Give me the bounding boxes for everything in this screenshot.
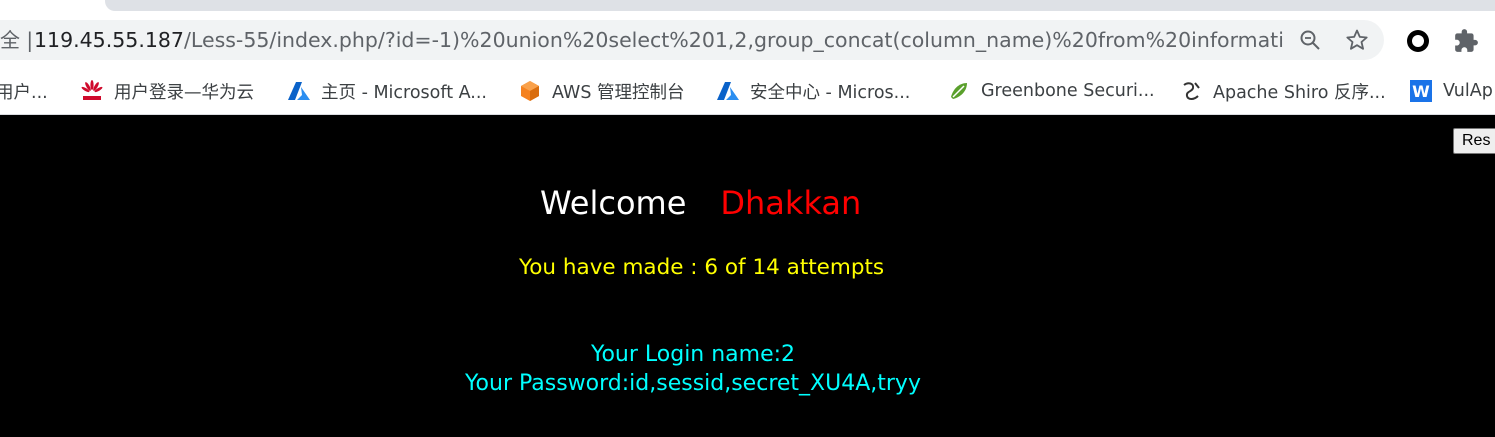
bookmarks-bar: 用户... 用户登录—华为云 主页 - Microsoft A... AWS 管…: [0, 68, 1495, 115]
huawei-icon: [80, 79, 104, 103]
browser-toolbar: 全 | 119.45.55.187/Less-55/index.php/?id=…: [0, 12, 1495, 68]
bookmark-label: Greenbone Securi...: [981, 81, 1155, 101]
w-icon: W: [1409, 79, 1433, 103]
tab-strip-background: [105, 0, 1495, 11]
bookmark-item[interactable]: W VulAp: [1409, 68, 1493, 114]
welcome-heading: Welcome Dhakkan: [540, 183, 861, 223]
tab-strip: [0, 0, 1495, 12]
bookmark-item[interactable]: AWS 管理控制台: [518, 68, 685, 114]
bookmark-label: 用户登录—华为云: [114, 82, 254, 103]
shiro-icon: [1179, 79, 1203, 103]
bookmark-label: 用户...: [0, 82, 48, 103]
bookmark-item[interactable]: Greenbone Securi...: [947, 68, 1155, 114]
bookmark-item[interactable]: 用户登录—华为云: [80, 68, 254, 114]
puzzle-icon[interactable]: [1451, 26, 1481, 56]
star-icon[interactable]: [1343, 26, 1371, 54]
reset-button[interactable]: Res: [1453, 128, 1495, 154]
welcome-label: Welcome: [540, 184, 687, 222]
bookmark-item[interactable]: 安全中心 - Micros...: [716, 68, 910, 114]
bookmark-label: 主页 - Microsoft A...: [321, 82, 487, 103]
url-host: 119.45.55.187: [34, 28, 184, 52]
bookmark-item[interactable]: Apache Shiro 反序...: [1179, 68, 1386, 114]
bookmark-label: Apache Shiro 反序...: [1213, 82, 1386, 103]
svg-text:W: W: [1412, 82, 1430, 101]
azure-icon: [716, 79, 740, 103]
bookmark-label: AWS 管理控制台: [552, 82, 685, 103]
bookmark-item[interactable]: 主页 - Microsoft A...: [287, 68, 487, 114]
password-text: Your Password:id,sessid,secret_XU4A,tryy: [465, 371, 921, 396]
azure-icon: [287, 79, 311, 103]
page-content: Res Welcome Dhakkan You have made : 6 of …: [0, 115, 1495, 437]
login-name-text: Your Login name:2: [590, 342, 796, 367]
greenbone-icon: [947, 79, 971, 103]
site-info-chip[interactable]: 全 |: [0, 28, 33, 52]
bookmark-item[interactable]: 用户...: [0, 68, 48, 114]
welcome-name: Dhakkan: [720, 184, 862, 222]
query-result: Your Login name:2 Your Password:id,sessi…: [0, 340, 1386, 398]
attempts-counter: You have made : 6 of 14 attempts: [519, 255, 885, 280]
zoom-icon[interactable]: [1296, 26, 1324, 54]
url-text[interactable]: 119.45.55.187/Less-55/index.php/?id=-1)%…: [34, 27, 1284, 53]
bookmark-label: 安全中心 - Micros...: [750, 82, 911, 103]
bookmark-label: VulAp: [1443, 81, 1493, 101]
aws-icon: [518, 79, 542, 103]
browser-window: 全 | 119.45.55.187/Less-55/index.php/?id=…: [0, 0, 1495, 437]
url-path: /Less-55/index.php/?id=-1)%20union%20sel…: [183, 28, 1284, 52]
circle-extension-icon[interactable]: [1403, 26, 1433, 56]
